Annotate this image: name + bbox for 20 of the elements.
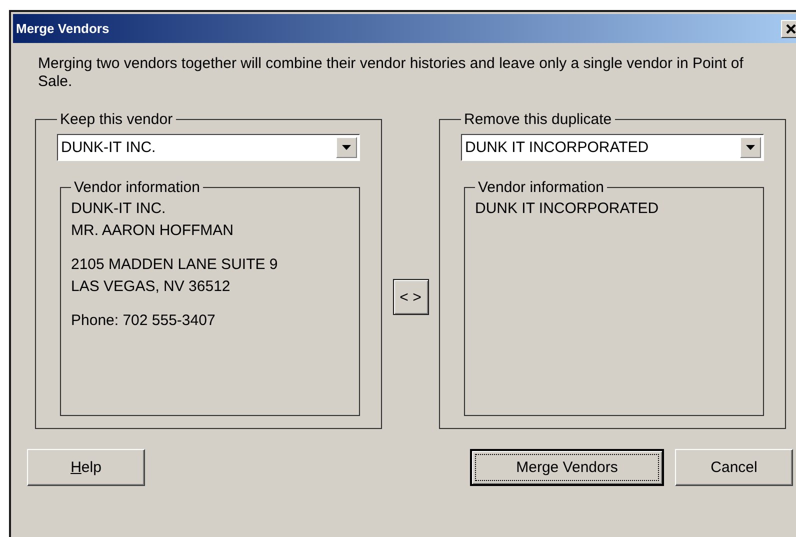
dialog-button[interactable]: Help	[27, 449, 145, 486]
close-button[interactable]	[781, 20, 796, 38]
info-line: DUNK IT INCORPORATED	[475, 199, 660, 219]
default-button[interactable]: Merge Vendors	[470, 449, 664, 486]
vendor-dropdown[interactable]: DUNK IT INCORPORATED	[461, 134, 764, 161]
description-text: Merging two vendors together will combine their vendor histories and leave only a single vendor in Point of Sale.	[38, 55, 744, 91]
group-label: Vendor information	[73, 179, 201, 196]
info-line: Phone: 702 555-3407	[71, 311, 216, 331]
group-label: Vendor information	[477, 179, 605, 196]
info-line: 2105 MADDEN LANE SUITE 9	[71, 255, 279, 275]
swap-button[interactable]: < >	[392, 279, 428, 315]
info-line: MR. AARON HOFFMAN	[71, 221, 235, 241]
info-line: LAS VEGAS, NV 36512	[71, 277, 232, 297]
close-icon	[786, 24, 796, 34]
info-line: DUNK-IT INC.	[71, 199, 167, 219]
group-label: Keep this vendor	[59, 111, 174, 128]
window-title: Merge Vendors	[16, 21, 110, 36]
group-label: Remove this duplicate	[463, 111, 613, 128]
dialog-button[interactable]: Cancel	[675, 449, 793, 486]
vendor-dropdown[interactable]: DUNK-IT INC.	[57, 134, 360, 161]
